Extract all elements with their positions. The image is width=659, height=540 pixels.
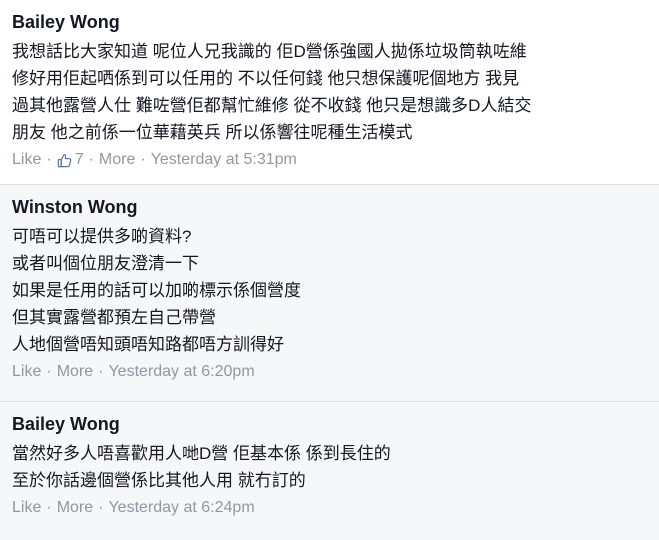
comment-actions: Like · More · Yesterday at 6:20pm (12, 361, 647, 383)
like-link[interactable]: Like (12, 497, 41, 519)
comment-text-line: 當然好多人唔喜歡用人哋D營 佢基本係 係到長住的 (12, 444, 391, 463)
comment-timestamp[interactable]: Yesterday at 5:31pm (151, 149, 297, 171)
comment-text-line: 可唔可以提供多啲資料? (12, 227, 192, 246)
comment: Winston Wong 可唔可以提供多啲資料? 或者叫個位朋友澄清一下 如果是… (0, 185, 659, 402)
separator-dot: · (46, 363, 52, 380)
comment-text-line: 或者叫個位朋友澄清一下 (12, 254, 199, 273)
separator-dot: · (140, 151, 146, 168)
comment-text-line: 如果是任用的話可以加啲標示係個營度 (12, 281, 301, 300)
like-link[interactable]: Like (12, 361, 41, 383)
comment-text-line: 修好用佢起哂係到可以任用的 不以任何錢 他只想保護呢個地方 我見 (12, 69, 520, 88)
more-link[interactable]: More (99, 149, 135, 171)
comment-actions: Like · 7 · More · Yesterday at 5:31pm (12, 149, 647, 171)
more-link[interactable]: More (57, 497, 93, 519)
comment: Bailey Wong 我想話比大家知道 呢位人兄我識的 佢D營係強國人拋係垃圾… (0, 0, 659, 185)
comment-text-line: 過其他露營人仕 難咗營佢都幫忙維修 從不收錢 他只是想識多D人結交 (12, 96, 532, 115)
thumbs-up-icon (57, 153, 72, 167)
separator-dot: · (98, 499, 104, 516)
like-count[interactable]: 7 (57, 149, 84, 171)
comment-text-line: 朋友 他之前係一位華藉英兵 所以係響往呢種生活模式 (12, 123, 413, 142)
comment-timestamp[interactable]: Yesterday at 6:20pm (108, 361, 254, 383)
comment-actions: Like · More · Yesterday at 6:24pm (12, 497, 647, 519)
comment-text-line: 但其實露營都預左自己帶營 (12, 308, 216, 327)
comment-thread: Bailey Wong 我想話比大家知道 呢位人兄我識的 佢D營係強國人拋係垃圾… (0, 0, 659, 540)
comment-text-line: 人地個營唔知頭唔知路都唔方訓得好 (12, 335, 284, 354)
comment-text-line: 我想話比大家知道 呢位人兄我識的 佢D營係強國人拋係垃圾筒執咗維 (12, 42, 527, 61)
separator-dot: · (46, 151, 52, 168)
like-link[interactable]: Like (12, 149, 41, 171)
comment-author[interactable]: Bailey Wong (12, 11, 647, 33)
comment-body: 我想話比大家知道 呢位人兄我識的 佢D營係強國人拋係垃圾筒執咗維 修好用佢起哂係… (12, 38, 647, 146)
separator-dot: · (88, 151, 94, 168)
like-count-number: 7 (74, 151, 84, 168)
comment-body: 當然好多人唔喜歡用人哋D營 佢基本係 係到長住的 至於你話邊個營係比其他人用 就… (12, 440, 647, 494)
more-link[interactable]: More (57, 361, 93, 383)
comment-author[interactable]: Winston Wong (12, 196, 647, 218)
separator-dot: · (46, 499, 52, 516)
comment-body: 可唔可以提供多啲資料? 或者叫個位朋友澄清一下 如果是任用的話可以加啲標示係個營… (12, 223, 647, 358)
comment-author[interactable]: Bailey Wong (12, 413, 647, 435)
comment-timestamp[interactable]: Yesterday at 6:24pm (108, 497, 254, 519)
comment: Bailey Wong 當然好多人唔喜歡用人哋D營 佢基本係 係到長住的 至於你… (0, 402, 659, 540)
comment-text-line: 至於你話邊個營係比其他人用 就冇訂的 (12, 471, 306, 490)
separator-dot: · (98, 363, 104, 380)
